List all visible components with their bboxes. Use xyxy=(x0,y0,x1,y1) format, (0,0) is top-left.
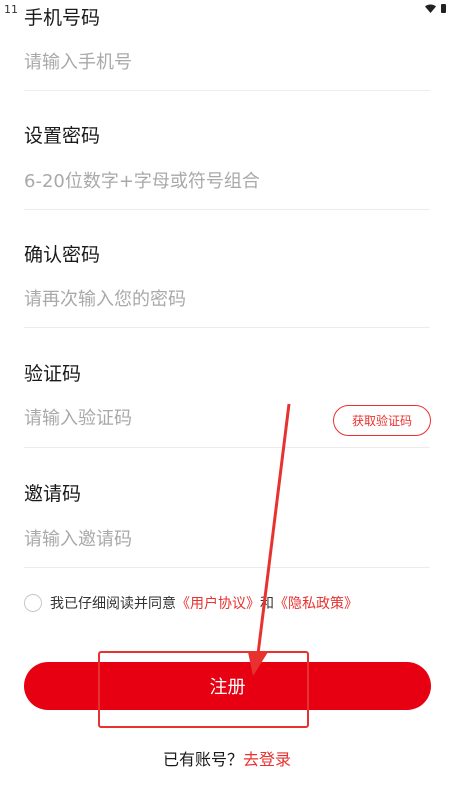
divider xyxy=(24,567,430,568)
divider xyxy=(24,209,430,210)
verify-code-input[interactable] xyxy=(24,408,304,429)
confirm-password-label: 确认密码 xyxy=(24,244,101,266)
battery-icon xyxy=(441,4,446,13)
agreement-checkbox[interactable] xyxy=(24,594,42,612)
login-row: 已有账号？去登录 xyxy=(0,746,454,770)
password-input[interactable] xyxy=(24,171,324,192)
go-login-link[interactable]: 去登录 xyxy=(243,750,291,769)
divider xyxy=(24,327,430,328)
register-page: 11 手机号码 设置密码 确认密码 验证码 获取验证码 邀请码 我已仔细阅读并同… xyxy=(0,0,454,808)
login-prompt: 已有账号？ xyxy=(162,750,243,769)
divider xyxy=(24,447,430,448)
phone-input[interactable] xyxy=(24,52,324,73)
register-button[interactable]: 注册 xyxy=(24,662,431,710)
user-agreement-link[interactable]: 《用户协议》 xyxy=(176,593,260,613)
password-label: 设置密码 xyxy=(24,125,101,147)
status-icons xyxy=(425,4,446,13)
agreement-and: 和 xyxy=(260,596,274,612)
phone-label: 手机号码 xyxy=(24,7,101,29)
invite-code-label: 邀请码 xyxy=(24,483,82,505)
privacy-policy-link[interactable]: 《隐私政策》 xyxy=(274,593,358,613)
agreement-row: 我已仔细阅读并同意 《用户协议》 和 《隐私政策》 xyxy=(24,592,358,614)
agreement-prefix: 我已仔细阅读并同意 xyxy=(50,596,176,612)
get-verify-code-button[interactable]: 获取验证码 xyxy=(333,405,431,436)
verify-code-label: 验证码 xyxy=(24,363,82,385)
confirm-password-input[interactable] xyxy=(24,289,324,310)
divider xyxy=(24,90,430,91)
status-time: 11 xyxy=(4,3,18,16)
invite-code-input[interactable] xyxy=(24,529,324,550)
wifi-icon xyxy=(425,4,436,13)
